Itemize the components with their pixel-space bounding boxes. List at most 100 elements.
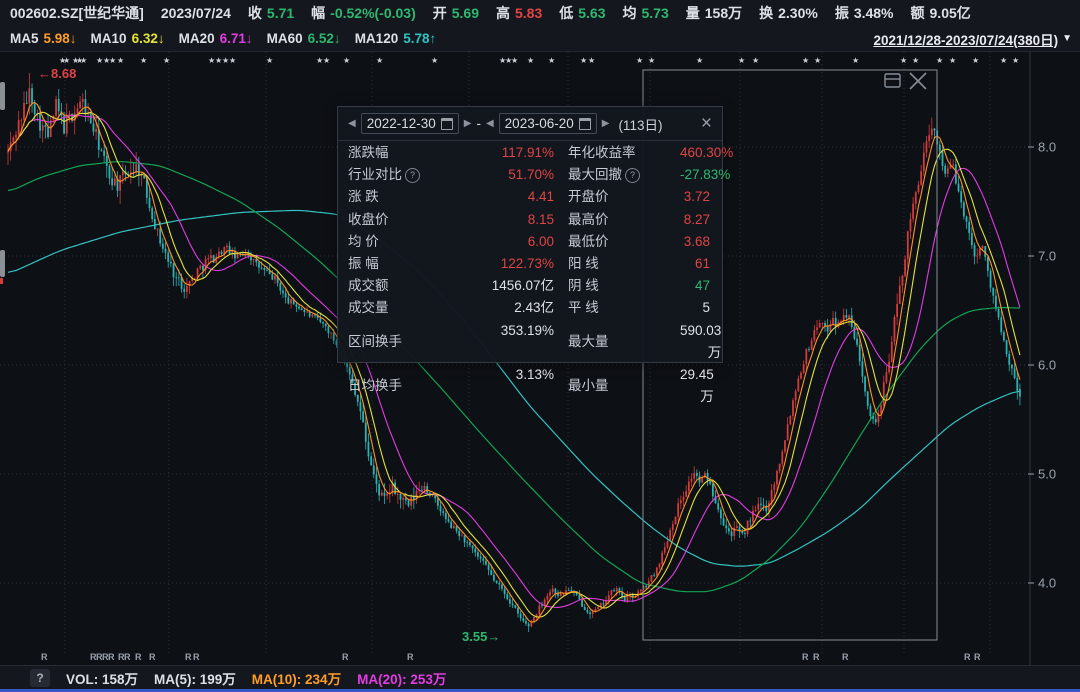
quote-field-value: 2.30% (778, 5, 818, 21)
svg-text:★: ★ (117, 56, 124, 65)
popup-stat-value: 47 (680, 275, 710, 297)
popup-stat-value: 3.68 (680, 231, 710, 253)
quote-field-value: 5.69 (452, 5, 479, 21)
volume-bar: ? VOL: 158万MA(5): 199万MA(10): 234万MA(20)… (0, 665, 1080, 692)
quote-field-label: 振 (835, 5, 849, 21)
quote-field-value: 158万 (705, 5, 742, 21)
left-edge-handle (0, 250, 5, 277)
svg-text:★: ★ (80, 56, 87, 65)
popup-stat-value: 6.00 (444, 231, 568, 253)
quote-field-value: 5.71 (267, 5, 294, 21)
volume-field-vol: VOL: 158万 (66, 668, 138, 688)
end-date-value: 2023-06-20 (505, 116, 574, 131)
popup-stat-row: 涨 跌4.41开盘价3.72 (348, 186, 710, 208)
stock-chart-window: 002602.SZ[世纪华通] 2023/07/24 收5.71幅-0.52%(… (0, 0, 1080, 692)
popup-stat-label: 行业对比? (348, 164, 444, 186)
help-icon[interactable]: ? (625, 168, 640, 183)
svg-text:★: ★ (752, 56, 759, 65)
svg-text:★: ★ (548, 56, 555, 65)
svg-text:R: R (342, 652, 349, 662)
ma-value: 6.71↓ (220, 31, 253, 46)
quote-bar: 002602.SZ[世纪华通] 2023/07/24 收5.71幅-0.52%(… (0, 0, 1080, 26)
calendar-icon (579, 118, 591, 130)
date-range-selector[interactable]: 2021/12/28-2023/07/24(380日) ▼ (873, 29, 1080, 49)
popup-stat-row: 收盘价8.15最高价8.27 (348, 209, 710, 231)
quote-field-high: 高5.83 (496, 3, 542, 23)
svg-text:★: ★ (1000, 56, 1007, 65)
popup-stat-label: 成交额 (348, 275, 444, 297)
ma-label: MA5 (10, 31, 39, 46)
svg-text:R: R (124, 652, 131, 662)
quote-field-label: 量 (686, 5, 700, 21)
y-axis-label: 4.0 (1038, 576, 1056, 591)
svg-text:R: R (108, 652, 115, 662)
svg-text:R: R (842, 652, 849, 662)
interval-stats-popup: ◀ 2022-12-30 ▶ - ◀ 2023-06-20 ▶ (113日) ×… (337, 106, 723, 363)
svg-text:★: ★ (431, 56, 438, 65)
svg-text:R: R (802, 652, 809, 662)
window-icon[interactable] (885, 74, 900, 87)
popup-stat-row: 成交额1456.07亿阴 线47 (348, 275, 710, 297)
start-date-picker[interactable]: 2022-12-30 (361, 113, 459, 134)
svg-text:★: ★ (140, 56, 147, 65)
prev-date-icon[interactable]: ◀ (486, 118, 494, 129)
ma-legend-items: MA55.98↓MA106.32↓MA206.71↓MA606.52↓MA120… (10, 31, 436, 46)
close-icon[interactable] (910, 73, 926, 89)
svg-text:R: R (407, 652, 414, 662)
prev-date-icon[interactable]: ◀ (348, 118, 356, 129)
popup-stat-row: 振 幅122.73%阳 线61 (348, 253, 710, 275)
popup-stat-label: 最小量 (568, 364, 680, 408)
quote-field-label: 换 (759, 5, 773, 21)
help-icon[interactable]: ? (30, 669, 50, 687)
popup-stat-label: 成交量 (348, 297, 444, 319)
quote-field-volume: 量 158万 (686, 3, 742, 23)
svg-text:★: ★ (936, 56, 943, 65)
svg-text:R: R (974, 652, 981, 662)
popup-stat-row: 区间换手353.19%最大量590.03万 (348, 320, 710, 364)
popup-stat-label: 涨跌幅 (348, 142, 444, 164)
popup-stat-label: 均 价 (348, 231, 444, 253)
quote-field-avg: 均5.73 (623, 3, 669, 23)
quote-field-value: 9.05亿 (930, 5, 971, 21)
svg-text:R: R (149, 652, 156, 662)
popup-stat-value: 1456.07亿 (444, 275, 568, 297)
quote-field-label: 低 (559, 5, 573, 21)
svg-text:★: ★ (323, 56, 330, 65)
quote-field-value: 3.48% (854, 5, 894, 21)
quote-field-low: 低5.63 (559, 3, 605, 23)
help-icon[interactable]: ? (405, 168, 420, 183)
svg-text:★: ★ (949, 56, 956, 65)
next-date-icon[interactable]: ▶ (602, 118, 610, 129)
svg-text:★: ★ (912, 56, 919, 65)
svg-text:★: ★ (648, 56, 655, 65)
svg-text:★: ★ (852, 56, 859, 65)
left-edge-mark (0, 278, 3, 284)
quote-field-turnover: 换 2.30% (759, 3, 818, 23)
y-axis-label: 8.0 (1038, 140, 1056, 155)
popup-stat-value: 122.73% (444, 253, 568, 275)
stock-symbol[interactable]: 002602.SZ[世纪华通] (10, 3, 144, 23)
svg-text:★: ★ (696, 56, 703, 65)
popup-stat-label: 振 幅 (348, 253, 444, 275)
quote-field-value: -0.52%(-0.03) (330, 5, 416, 21)
ma-legend-ma120: MA1205.78↑ (355, 31, 437, 46)
svg-text:R: R (964, 652, 971, 662)
quote-field-label: 幅 (311, 5, 325, 21)
close-icon[interactable]: × (701, 114, 712, 133)
svg-text:★: ★ (802, 56, 809, 65)
popup-stat-label: 区间换手 (348, 320, 444, 364)
volume-field-ma5: MA(5): 199万 (154, 668, 236, 688)
popup-stat-label: 开盘价 (568, 186, 680, 208)
volume-field-ma10: MA(10): 234万 (252, 668, 341, 688)
svg-text:★: ★ (972, 56, 979, 65)
interval-days: (113日) (618, 114, 662, 134)
ma-value: 6.32↓ (132, 31, 165, 46)
end-date-picker[interactable]: 2023-06-20 (499, 113, 597, 134)
svg-text:★: ★ (229, 56, 236, 65)
next-date-icon[interactable]: ▶ (464, 118, 472, 129)
ma-value: 6.52↓ (308, 31, 341, 46)
popup-stats-table: 涨跌幅117.91%年化收益率460.30%行业对比?51.70%最大回撤?-2… (338, 141, 722, 408)
popup-stat-value: 8.15 (444, 209, 568, 231)
popup-stat-label: 涨 跌 (348, 186, 444, 208)
svg-text:★: ★ (814, 56, 821, 65)
